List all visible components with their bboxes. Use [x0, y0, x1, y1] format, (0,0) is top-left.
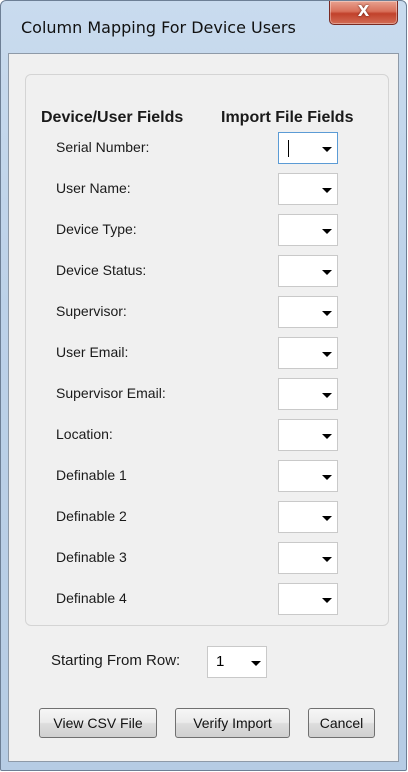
chevron-down-icon [322, 598, 332, 603]
verify-import-button[interactable]: Verify Import [175, 708, 290, 738]
starting-row-label: Starting From Row: [51, 652, 181, 669]
device-status-dropdown[interactable] [278, 255, 338, 287]
window-title: Column Mapping For Device Users [21, 18, 296, 37]
field-label-serial-number: Serial Number: [56, 139, 150, 155]
chevron-down-icon [322, 147, 332, 152]
chevron-down-icon [322, 434, 332, 439]
field-label-device-status: Device Status: [56, 262, 147, 278]
field-label-device-type: Device Type: [56, 221, 137, 237]
field-label-location: Location: [56, 426, 113, 442]
field-label-definable-1: Definable 1 [56, 467, 127, 483]
text-caret [288, 140, 289, 157]
chevron-down-icon [322, 516, 332, 521]
device-user-fields-header: Device/User Fields [41, 109, 184, 126]
location-dropdown[interactable] [278, 419, 338, 451]
import-file-fields-header: Import File Fields [221, 109, 354, 126]
chevron-down-icon [322, 475, 332, 480]
chevron-down-icon [251, 661, 261, 666]
starting-row-dropdown[interactable]: 1 [207, 646, 267, 678]
chevron-down-icon [322, 188, 332, 193]
dialog-window: Column Mapping For Device Users X Device… [0, 0, 407, 771]
title-bar[interactable]: Column Mapping For Device Users X [1, 1, 406, 53]
serial-number-dropdown[interactable] [278, 132, 338, 164]
cancel-button[interactable]: Cancel [308, 708, 375, 738]
dialog-body: Device/User Fields Import File Fields Se… [8, 53, 399, 762]
field-label-definable-4: Definable 4 [56, 590, 127, 606]
supervisor-email-dropdown[interactable] [278, 378, 338, 410]
field-label-supervisor-email: Supervisor Email: [56, 385, 166, 401]
view-csv-file-button[interactable]: View CSV File [39, 708, 157, 738]
field-label-user-name: User Name: [56, 180, 131, 196]
definable-4-dropdown[interactable] [278, 583, 338, 615]
chevron-down-icon [322, 352, 332, 357]
starting-row-value: 1 [216, 653, 225, 670]
field-label-user-email: User Email: [56, 344, 129, 360]
definable-2-dropdown[interactable] [278, 501, 338, 533]
close-icon: X [357, 2, 370, 20]
field-label-definable-3: Definable 3 [56, 549, 127, 565]
user-name-dropdown[interactable] [278, 173, 338, 205]
chevron-down-icon [322, 557, 332, 562]
device-type-dropdown[interactable] [278, 214, 338, 246]
field-label-definable-2: Definable 2 [56, 508, 127, 524]
close-button[interactable]: X [329, 1, 398, 25]
chevron-down-icon [322, 229, 332, 234]
field-label-supervisor: Supervisor: [56, 303, 127, 319]
supervisor-dropdown[interactable] [278, 296, 338, 328]
chevron-down-icon [322, 270, 332, 275]
chevron-down-icon [322, 393, 332, 398]
definable-1-dropdown[interactable] [278, 460, 338, 492]
mapping-group: Device/User Fields Import File Fields Se… [25, 74, 389, 626]
definable-3-dropdown[interactable] [278, 542, 338, 574]
chevron-down-icon [322, 311, 332, 316]
user-email-dropdown[interactable] [278, 337, 338, 369]
